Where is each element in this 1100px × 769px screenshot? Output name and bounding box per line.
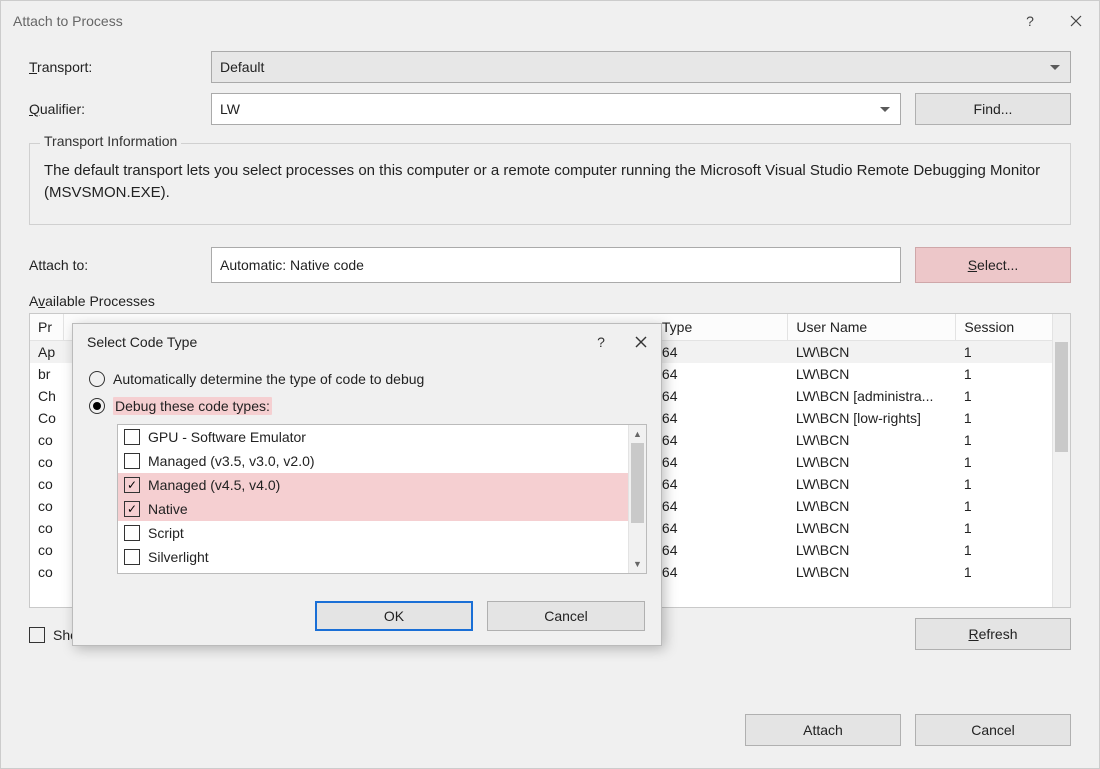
code-type-item[interactable]: Native [118, 497, 646, 521]
inner-ok-button[interactable]: OK [315, 601, 473, 631]
select-button[interactable]: Select... [915, 247, 1071, 283]
transport-info-legend: Transport Information [40, 133, 181, 149]
radio-icon [89, 371, 105, 387]
checkbox-icon[interactable] [124, 525, 140, 541]
close-icon [635, 336, 647, 348]
radio-selected-icon [89, 398, 105, 414]
qualifier-combo[interactable]: LW [211, 93, 901, 125]
inner-help-button[interactable]: ? [581, 324, 621, 360]
attach-to-label: Attach to: [29, 257, 211, 273]
auto-detect-radio[interactable]: Automatically determine the type of code… [89, 366, 645, 392]
code-type-label: Script [148, 525, 184, 541]
attach-to-field[interactable]: Automatic: Native code [211, 247, 901, 283]
auto-detect-label: Automatically determine the type of code… [113, 371, 424, 387]
close-icon [1070, 15, 1082, 27]
code-type-list[interactable]: GPU - Software Emulator Managed (v3.5, v3… [117, 424, 647, 574]
code-type-label: GPU - Software Emulator [148, 429, 306, 445]
show-all-users-checkbox[interactable] [29, 627, 45, 643]
code-type-item[interactable]: Script [118, 521, 646, 545]
code-type-label: Native [148, 501, 188, 517]
transport-info-text: The default transport lets you select pr… [44, 160, 1056, 204]
checkbox-icon[interactable] [124, 429, 140, 445]
transport-label: Transport: [29, 59, 211, 75]
qualifier-label: Qualifier: [29, 101, 211, 117]
inner-title: Select Code Type [87, 324, 197, 360]
code-type-item[interactable]: GPU - Software Emulator [118, 425, 646, 449]
inner-cancel-button[interactable]: Cancel [487, 601, 645, 631]
checkbox-icon[interactable] [124, 453, 140, 469]
select-code-type-dialog: Select Code Type ? Automatically determi… [72, 323, 662, 646]
code-type-item[interactable]: Silverlight [118, 545, 646, 569]
debug-types-label: Debug these code types: [113, 397, 272, 415]
list-scrollbar[interactable]: ▲ ▼ [628, 425, 646, 573]
code-type-label: Silverlight [148, 549, 209, 565]
col-process[interactable]: Pr [30, 314, 64, 341]
inner-close-button[interactable] [621, 324, 661, 360]
debug-types-radio[interactable]: Debug these code types: [89, 392, 645, 420]
col-user[interactable]: User Name [788, 314, 956, 341]
attach-to-process-dialog: Attach to Process ? Transport: Default Q… [0, 0, 1100, 769]
cancel-button[interactable]: Cancel [915, 714, 1071, 746]
transport-combo[interactable]: Default [211, 51, 1071, 83]
col-type[interactable]: Type [654, 314, 788, 341]
window-title: Attach to Process [13, 1, 123, 41]
scroll-down-icon[interactable]: ▼ [629, 555, 646, 573]
close-button[interactable] [1053, 1, 1099, 41]
code-type-item[interactable]: Managed (v4.5, v4.0) [118, 473, 646, 497]
transport-info-group: Transport Information The default transp… [29, 143, 1071, 225]
titlebar: Attach to Process ? [1, 1, 1099, 41]
refresh-button[interactable]: Refresh [915, 618, 1071, 650]
available-processes-label: Available Processes [29, 293, 1071, 309]
code-type-label: Managed (v4.5, v4.0) [148, 477, 280, 493]
table-scrollbar[interactable] [1052, 314, 1070, 607]
scroll-up-icon[interactable]: ▲ [629, 425, 646, 443]
find-button[interactable]: Find... [915, 93, 1071, 125]
code-type-item[interactable]: Managed (v3.5, v3.0, v2.0) [118, 449, 646, 473]
checkbox-icon[interactable] [124, 477, 140, 493]
code-type-label: Managed (v3.5, v3.0, v2.0) [148, 453, 315, 469]
checkbox-icon[interactable] [124, 501, 140, 517]
attach-button[interactable]: Attach [745, 714, 901, 746]
help-button[interactable]: ? [1007, 1, 1053, 41]
checkbox-icon[interactable] [124, 549, 140, 565]
